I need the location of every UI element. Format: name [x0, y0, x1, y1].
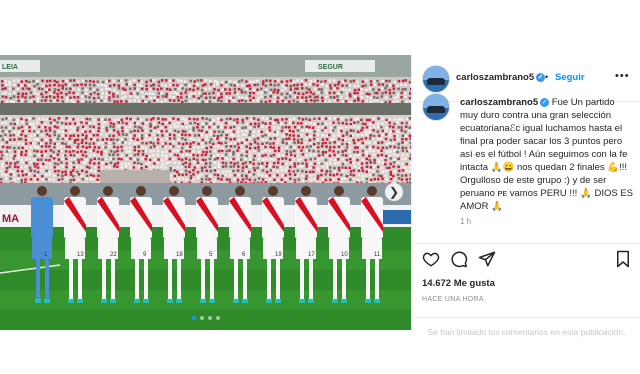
player-number: 10: [341, 252, 348, 258]
post-side-panel: carloszambrano5 ✓ • Seguir ••• carloszamb…: [411, 55, 640, 337]
caption-text: Fue Un partido muy duro contra una gran …: [460, 97, 633, 212]
player-number: 19: [275, 252, 282, 258]
action-bar: [412, 243, 640, 270]
comment-icon[interactable]: [450, 250, 468, 268]
carousel-indicator: [0, 316, 411, 320]
chevron-right-icon[interactable]: ❯: [385, 183, 403, 201]
player-number: 17: [308, 252, 315, 258]
caption: carloszambrano5 ✓ Fue Un partido muy duro…: [460, 96, 634, 213]
heart-icon[interactable]: [422, 250, 440, 268]
caption-part: 🙏: [579, 188, 592, 199]
instagram-post: LEIA SEGUR MA 1 13 22 9 18 5 6 19 17 10 11 ❯: [0, 55, 640, 337]
bookmark-icon[interactable]: [614, 250, 632, 268]
caption-part: 😀: [502, 162, 515, 173]
carousel-dot[interactable]: [207, 316, 212, 320]
carousel-dot[interactable]: [199, 316, 204, 320]
team-photo-illustration: LEIA SEGUR MA 1 13 22 9 18 5 6 19 17 10 11: [0, 55, 411, 330]
player-number: 18: [176, 252, 183, 258]
player-number: 13: [77, 252, 84, 258]
banner-right-text: SEGUR: [318, 64, 343, 71]
post-date: HACE UNA HORA: [422, 296, 484, 303]
caption-avatar[interactable]: [422, 93, 450, 121]
comments-limited-notice: Se han limitado los comentarios en esta …: [412, 317, 640, 338]
share-icon[interactable]: [478, 250, 496, 268]
header-username[interactable]: carloszambrano5 ✓: [456, 72, 546, 83]
verified-badge-icon: ✓: [540, 97, 550, 107]
caption-part: 🙏: [490, 162, 503, 173]
carousel-dot[interactable]: [191, 316, 196, 320]
caption-part: 💪: [607, 162, 620, 173]
caption-part: 🙏: [491, 201, 503, 212]
post-photo[interactable]: LEIA SEGUR MA 1 13 22 9 18 5 6 19 17 10 11 ❯: [0, 55, 411, 330]
follow-button[interactable]: Seguir: [555, 72, 585, 83]
header-separator: •: [545, 72, 549, 82]
carousel-dot[interactable]: [215, 316, 220, 320]
more-options-icon[interactable]: •••: [615, 70, 630, 82]
likes-count[interactable]: 14.672 Me gusta: [422, 278, 495, 289]
caption-time: 1 h: [460, 217, 472, 226]
avatar[interactable]: [422, 65, 450, 93]
verified-badge-icon: ✓: [536, 72, 546, 82]
player-number: 11: [374, 252, 381, 258]
header-username-text[interactable]: carloszambrano5: [456, 72, 534, 83]
banner-left-text: LEIA: [2, 64, 18, 71]
caption-username[interactable]: carloszambrano5: [460, 97, 538, 108]
ad-board-text: MA: [2, 213, 19, 225]
caption-part: nos quedan 2 finales: [514, 162, 608, 173]
player-number: 22: [110, 252, 117, 258]
